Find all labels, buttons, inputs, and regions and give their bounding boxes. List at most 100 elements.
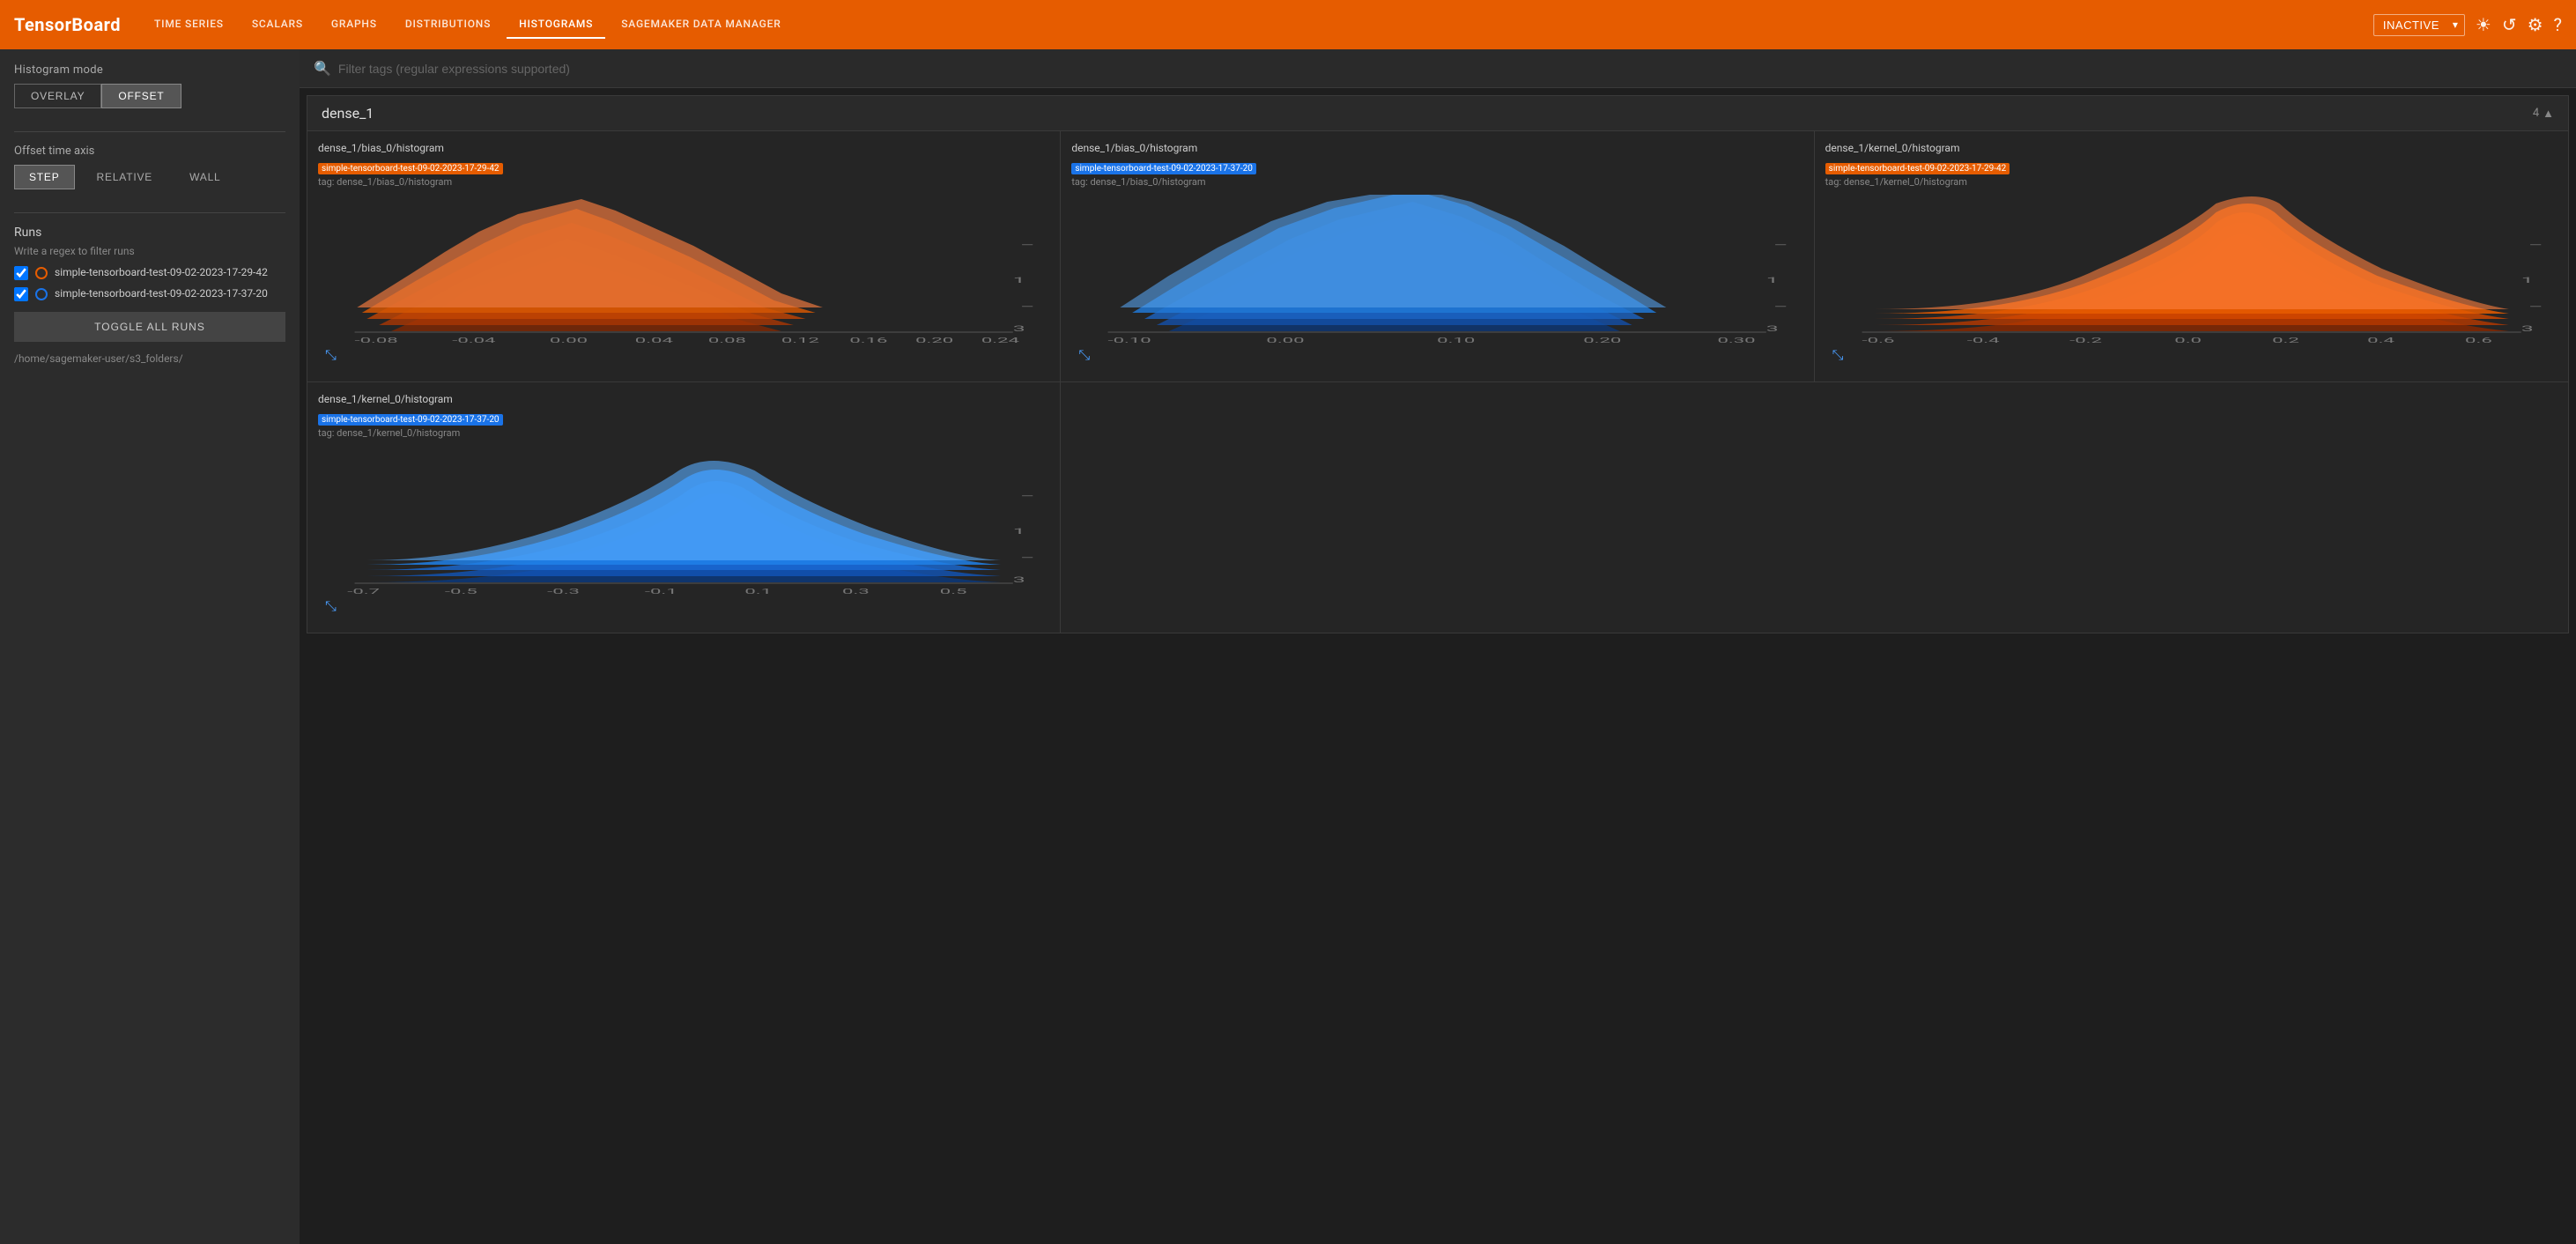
run-2-label: simple-tensorboard-test-09-02-2023-17-37…: [55, 287, 268, 301]
expand-icon-4[interactable]: ⤡: [325, 597, 337, 615]
filter-input[interactable]: [338, 62, 2562, 76]
chart-1-title: dense_1/bias_0/histogram: [318, 142, 1049, 154]
chart-3-tag: tag: dense_1/kernel_0/histogram: [1825, 176, 2557, 188]
settings-icon[interactable]: ⚙: [2528, 14, 2543, 35]
chart-4-area: – 1 – 3 -0.7 -0.5 -0.3 -0.1 0.1 0.3 0.5: [318, 446, 1049, 622]
chart-3-svg: – 1 – 3 -0.6 -0.4 -0.2 0.0 0.2 0.4 0.6: [1825, 195, 2557, 344]
chart-4-badge: simple-tensorboard-test-09-02-2023-17-37…: [318, 414, 503, 426]
svg-text:–: –: [1020, 302, 1034, 312]
mode-buttons: OVERLAY OFFSET: [14, 84, 285, 108]
histogram-mode-label: Histogram mode: [14, 63, 285, 77]
run-item-1: simple-tensorboard-test-09-02-2023-17-29…: [14, 266, 285, 280]
status-dropdown[interactable]: INACTIVE ACTIVE: [2373, 14, 2465, 36]
run-1-checkbox[interactable]: [14, 266, 28, 280]
filter-bar: 🔍: [300, 49, 2576, 88]
charts-grid: dense_1/bias_0/histogram simple-tensorbo…: [307, 131, 2568, 633]
chart-2-svg: – 1 – 3 -0.10 0.00 0.10 0.20 0.30: [1071, 195, 1802, 344]
refresh-icon[interactable]: ↺: [2502, 14, 2517, 35]
svg-text:0.12: 0.12: [781, 337, 819, 344]
step-button[interactable]: STEP: [14, 165, 75, 189]
svg-text:0.3: 0.3: [842, 588, 870, 596]
wall-button[interactable]: WALL: [174, 165, 235, 189]
nav: TIME SERIESSCALARSGRAPHSDISTRIBUTIONSHIS…: [142, 11, 2352, 39]
chevron-up-icon[interactable]: ▲: [2543, 107, 2554, 121]
svg-text:0.2: 0.2: [2272, 337, 2299, 344]
svg-text:3: 3: [1766, 324, 1779, 334]
axis-buttons: STEP RELATIVE WALL: [14, 165, 285, 189]
chart-2-title: dense_1/bias_0/histogram: [1071, 142, 1802, 154]
svg-text:0.30: 0.30: [1718, 337, 1756, 344]
svg-text:-0.1: -0.1: [645, 588, 677, 596]
run-1-color: [35, 267, 48, 279]
chart-1-badge: simple-tensorboard-test-09-02-2023-17-29…: [318, 163, 503, 174]
help-icon[interactable]: ?: [2554, 14, 2562, 35]
svg-text:–: –: [1773, 241, 1788, 250]
relative-button[interactable]: RELATIVE: [82, 165, 168, 189]
expand-icon-1[interactable]: ⤡: [325, 346, 337, 364]
svg-text:-0.04: -0.04: [452, 337, 495, 344]
divider-2: [14, 212, 285, 213]
svg-text:0.6: 0.6: [2465, 337, 2492, 344]
svg-text:–: –: [1020, 492, 1034, 501]
chart-1: dense_1/bias_0/histogram simple-tensorbo…: [307, 131, 1061, 382]
logo: TensorBoard: [14, 14, 121, 35]
svg-text:3: 3: [2520, 324, 2533, 334]
nav-item-distributions[interactable]: DISTRIBUTIONS: [393, 11, 503, 39]
section-dense-1: dense_1 4 ▲ dense_1/bias_0/histogram sim…: [307, 95, 2569, 633]
nav-item-sagemaker-data-manager[interactable]: SAGEMAKER DATA MANAGER: [609, 11, 793, 39]
svg-text:0.04: 0.04: [635, 337, 673, 344]
header-right: INACTIVE ACTIVE ▾ ☀ ↺ ⚙ ?: [2373, 14, 2562, 36]
folder-path: /home/sagemaker-user/s3_folders/: [14, 352, 285, 365]
chart-3-badge: simple-tensorboard-test-09-02-2023-17-29…: [1825, 163, 2010, 174]
svg-text:-0.08: -0.08: [355, 337, 398, 344]
svg-text:0.00: 0.00: [550, 337, 588, 344]
nav-item-time-series[interactable]: TIME SERIES: [142, 11, 236, 39]
svg-text:-0.6: -0.6: [1862, 337, 1894, 344]
offset-time-axis-label: Offset time axis: [14, 144, 285, 158]
svg-text:-0.3: -0.3: [547, 588, 580, 596]
content: 🔍 dense_1 4 ▲ dense_1/bias_0/histogram s…: [300, 49, 2576, 1244]
chart-2-badge: simple-tensorboard-test-09-02-2023-17-37…: [1071, 163, 1256, 174]
run-1-label: simple-tensorboard-test-09-02-2023-17-29…: [55, 266, 268, 280]
svg-text:0.4: 0.4: [2367, 337, 2395, 344]
theme-icon[interactable]: ☀: [2476, 14, 2491, 35]
svg-text:0.16: 0.16: [849, 337, 887, 344]
chart-2: dense_1/bias_0/histogram simple-tensorbo…: [1061, 131, 1814, 382]
svg-text:0.10: 0.10: [1437, 337, 1475, 344]
expand-icon-3[interactable]: ⤡: [1832, 346, 1844, 364]
section-count-value: 4: [2533, 107, 2539, 120]
svg-text:0.20: 0.20: [1584, 337, 1622, 344]
svg-text:-0.4: -0.4: [1966, 337, 1999, 344]
chart-3-title: dense_1/kernel_0/histogram: [1825, 142, 2557, 154]
svg-text:3: 3: [1013, 324, 1025, 334]
svg-text:–: –: [1773, 302, 1788, 312]
svg-text:0.0: 0.0: [2174, 337, 2202, 344]
chart-3-area: – 1 – 3 -0.6 -0.4 -0.2 0.0 0.2 0.4 0.6: [1825, 195, 2557, 371]
toggle-all-button[interactable]: TOGGLE ALL RUNS: [14, 312, 285, 342]
svg-text:1: 1: [1766, 276, 1779, 285]
chart-3: dense_1/kernel_0/histogram simple-tensor…: [1815, 131, 2568, 382]
svg-text:–: –: [1020, 241, 1034, 250]
nav-item-scalars[interactable]: SCALARS: [240, 11, 315, 39]
svg-text:0.08: 0.08: [708, 337, 746, 344]
divider-1: [14, 131, 285, 132]
svg-text:1: 1: [2520, 276, 2533, 285]
svg-text:3: 3: [1013, 575, 1025, 585]
expand-icon-2[interactable]: ⤡: [1078, 346, 1090, 364]
section-count: 4 ▲: [2533, 107, 2554, 121]
svg-text:–: –: [2528, 241, 2543, 250]
offset-button[interactable]: OFFSET: [101, 84, 181, 108]
run-2-checkbox[interactable]: [14, 287, 28, 301]
svg-text:0.20: 0.20: [915, 337, 953, 344]
svg-text:-0.7: -0.7: [347, 588, 380, 596]
header: TensorBoard TIME SERIESSCALARSGRAPHSDIST…: [0, 0, 2576, 49]
overlay-button[interactable]: OVERLAY: [14, 84, 101, 108]
svg-text:0.1: 0.1: [744, 588, 772, 596]
svg-text:1: 1: [1013, 276, 1025, 285]
sidebar: Histogram mode OVERLAY OFFSET Offset tim…: [0, 49, 300, 1244]
chart-4-title: dense_1/kernel_0/histogram: [318, 393, 1049, 405]
nav-item-histograms[interactable]: HISTOGRAMS: [507, 11, 605, 39]
nav-item-graphs[interactable]: GRAPHS: [319, 11, 389, 39]
chart-4: dense_1/kernel_0/histogram simple-tensor…: [307, 382, 1061, 633]
svg-text:-0.5: -0.5: [445, 588, 477, 596]
